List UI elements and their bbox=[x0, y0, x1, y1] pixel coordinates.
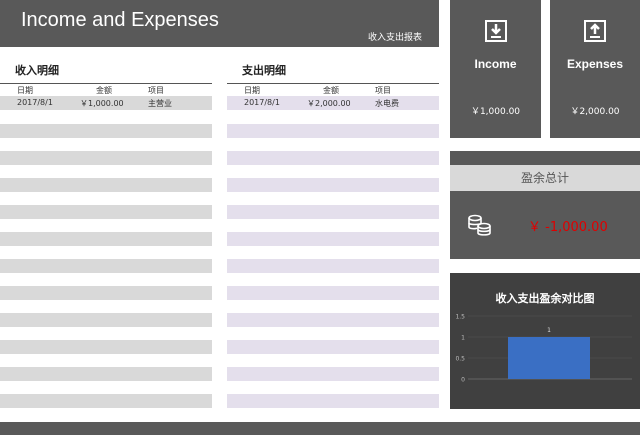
cell-amount: ￥2,000.00 bbox=[307, 99, 351, 108]
empty-table-row[interactable] bbox=[227, 124, 439, 138]
surplus-value: ￥ -1,000.00 bbox=[528, 220, 608, 235]
expense-value: ￥2,000.00 bbox=[570, 107, 620, 117]
comparison-chart: 收入支出盈余对比图 0 0.5 1 1.5 1 bbox=[450, 273, 640, 409]
income-tile: Income ￥1,000.00 bbox=[450, 0, 541, 138]
header-bar: Income and Expenses 收入支出报表 bbox=[0, 0, 439, 47]
y-tick-label: 0 bbox=[461, 377, 465, 384]
column-header-date: 日期 bbox=[244, 86, 260, 95]
empty-table-row[interactable] bbox=[0, 313, 212, 327]
upload-icon bbox=[584, 20, 606, 42]
surplus-label: 盈余总计 bbox=[450, 165, 640, 191]
empty-table-row[interactable] bbox=[227, 394, 439, 408]
cell-item: 主营业 bbox=[148, 99, 172, 108]
empty-table-row[interactable] bbox=[0, 394, 212, 408]
income-label: Income bbox=[474, 57, 517, 71]
expense-table: 支出明细 日期 金额 项目 2017/8/1 ￥2,000.00 水电费 bbox=[227, 55, 439, 410]
y-tick-label: 0.5 bbox=[455, 356, 465, 363]
chart-bar[interactable] bbox=[508, 337, 590, 379]
empty-table-row[interactable] bbox=[227, 232, 439, 246]
empty-table-row[interactable] bbox=[227, 367, 439, 381]
expense-label: Expenses bbox=[566, 57, 624, 71]
table-row[interactable]: 2017/8/1 ￥1,000.00 主营业 bbox=[0, 96, 212, 110]
cell-date: 2017/8/1 bbox=[17, 98, 53, 107]
empty-table-row[interactable] bbox=[0, 259, 212, 273]
cell-amount: ￥1,000.00 bbox=[80, 99, 124, 108]
empty-table-row[interactable] bbox=[227, 205, 439, 219]
bar-data-label: 1 bbox=[547, 327, 551, 334]
income-table-title: 收入明细 bbox=[15, 64, 59, 77]
chart-plot: 0 0.5 1 1.5 1 bbox=[455, 314, 632, 384]
cell-item: 水电费 bbox=[375, 99, 399, 108]
y-tick-label: 1.5 bbox=[455, 314, 465, 321]
expense-table-header: 日期 金额 项目 bbox=[227, 85, 439, 96]
expense-table-title: 支出明细 bbox=[242, 64, 286, 77]
income-table-header: 日期 金额 项目 bbox=[0, 85, 212, 96]
empty-table-row[interactable] bbox=[227, 178, 439, 192]
column-header-amount: 金额 bbox=[96, 86, 112, 95]
footer-bar bbox=[0, 422, 640, 435]
income-table: 收入明细 日期 金额 项目 2017/8/1 ￥1,000.00 主营业 bbox=[0, 55, 212, 410]
coins-icon bbox=[468, 214, 491, 236]
column-header-amount: 金额 bbox=[323, 86, 339, 95]
divider bbox=[0, 83, 212, 84]
empty-table-row[interactable] bbox=[0, 205, 212, 219]
page-title: Income and Expenses bbox=[21, 9, 219, 31]
divider bbox=[227, 83, 439, 84]
expense-tile: Expenses ￥2,000.00 bbox=[550, 0, 640, 138]
empty-table-row[interactable] bbox=[227, 340, 439, 354]
empty-table-row[interactable] bbox=[0, 286, 212, 300]
empty-table-row[interactable] bbox=[0, 367, 212, 381]
empty-table-row[interactable] bbox=[0, 151, 212, 165]
empty-table-row[interactable] bbox=[0, 340, 212, 354]
surplus-panel: 盈余总计 ￥ -1,000.00 bbox=[450, 151, 640, 259]
column-header-item: 项目 bbox=[375, 86, 391, 95]
column-header-item: 项目 bbox=[148, 86, 164, 95]
y-tick-label: 1 bbox=[461, 335, 465, 342]
page-subtitle: 收入支出报表 bbox=[367, 33, 422, 43]
empty-table-row[interactable] bbox=[227, 286, 439, 300]
income-value: ￥1,000.00 bbox=[470, 107, 521, 117]
empty-table-row[interactable] bbox=[0, 232, 212, 246]
table-row[interactable]: 2017/8/1 ￥2,000.00 水电费 bbox=[227, 96, 439, 110]
download-icon bbox=[484, 20, 507, 42]
empty-table-row[interactable] bbox=[227, 151, 439, 165]
empty-table-row[interactable] bbox=[0, 124, 212, 138]
empty-table-row[interactable] bbox=[0, 178, 212, 192]
cell-date: 2017/8/1 bbox=[244, 98, 280, 107]
column-header-date: 日期 bbox=[17, 86, 33, 95]
empty-table-row[interactable] bbox=[227, 259, 439, 273]
empty-table-row[interactable] bbox=[227, 313, 439, 327]
